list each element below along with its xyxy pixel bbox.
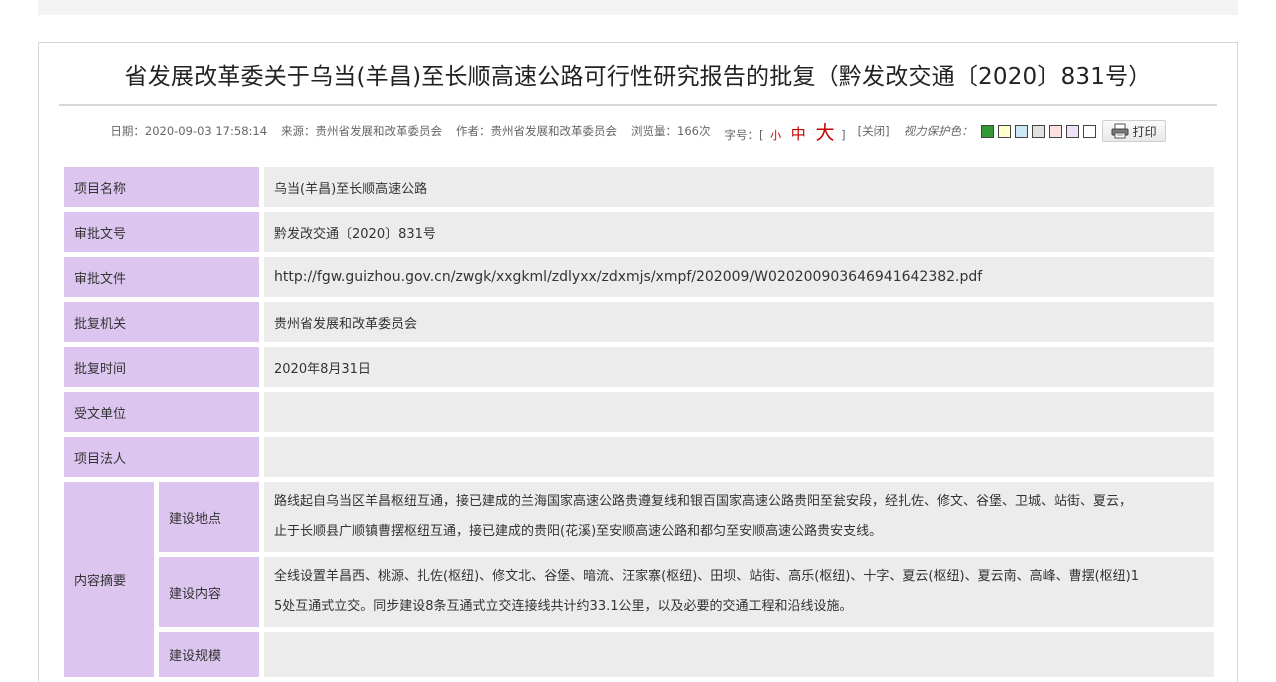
- author-info: 作者：贵州省发展和改革委员会: [456, 124, 618, 138]
- swatch-green[interactable]: [980, 124, 994, 138]
- swatch-white[interactable]: [1082, 124, 1096, 138]
- article-meta-bar: 日期：2020-09-03 17:58:14 来源：贵州省发展和改革委员会 作者…: [39, 119, 1237, 144]
- project-name-value: 乌当(羊昌)至长顺高速公路: [264, 167, 1214, 207]
- eye-protect-label: 视力保护色：: [903, 124, 973, 138]
- approval-time-label: 批复时间: [64, 347, 259, 387]
- approval-org-label: 批复机关: [64, 302, 259, 342]
- content-label: 建设内容: [159, 557, 259, 627]
- date-info: 日期：2020-09-03 17:58:14: [110, 124, 268, 138]
- source-info: 来源：贵州省发展和改革委员会: [281, 124, 443, 138]
- swatch-gray[interactable]: [1031, 124, 1045, 138]
- font-size-control: 字号：[ 小 中 大 ]: [724, 121, 846, 144]
- content-value: 全线设置羊昌西、桃源、扎佐(枢纽)、修文北、谷堡、暗流、汪家寨(枢纽)、田坝、站…: [264, 557, 1214, 627]
- swatch-pink[interactable]: [1048, 124, 1062, 138]
- project-name-label: 项目名称: [64, 167, 259, 207]
- close-link[interactable]: [关闭]: [858, 123, 890, 139]
- approval-no-value: 黔发改交通〔2020〕831号: [264, 212, 1214, 252]
- summary-label: 内容摘要: [64, 482, 154, 677]
- legal-person-label: 项目法人: [64, 437, 259, 477]
- swatch-blue[interactable]: [1014, 124, 1028, 138]
- approval-time-value: 2020年8月31日: [264, 347, 1214, 387]
- approval-org-value: 贵州省发展和改革委员会: [264, 302, 1214, 342]
- printer-icon: [1111, 123, 1129, 139]
- legal-person-value: [264, 437, 1214, 477]
- article-panel: 省发展改革委关于乌当(羊昌)至长顺高速公路可行性研究报告的批复（黔发改交通〔20…: [38, 42, 1238, 682]
- color-swatches: [980, 124, 1100, 138]
- scale-label: 建设规模: [159, 632, 259, 677]
- views-info: 浏览量：166次: [631, 124, 711, 138]
- approval-no-label: 审批文号: [64, 212, 259, 252]
- recipient-value: [264, 392, 1214, 432]
- approval-file-link[interactable]: http://fgw.guizhou.gov.cn/zwgk/xxgkml/zd…: [264, 257, 1214, 297]
- swatch-purple[interactable]: [1065, 124, 1079, 138]
- font-size-medium-button[interactable]: 中: [791, 125, 806, 143]
- page-title: 省发展改革委关于乌当(羊昌)至长顺高速公路可行性研究报告的批复（黔发改交通〔20…: [124, 64, 1152, 90]
- print-button[interactable]: 打印: [1101, 120, 1166, 142]
- font-size-small-button[interactable]: 小: [770, 129, 781, 142]
- font-size-large-button[interactable]: 大: [815, 122, 834, 144]
- swatch-yellow[interactable]: [997, 124, 1011, 138]
- recipient-label: 受文单位: [64, 392, 259, 432]
- approval-file-label: 审批文件: [64, 257, 259, 297]
- location-value: 路线起自乌当区羊昌枢纽互通，接已建成的兰海国家高速公路贵遵复线和银百国家高速公路…: [264, 482, 1214, 552]
- top-strip: [38, 0, 1238, 15]
- scale-value: [264, 632, 1214, 677]
- title-divider: [59, 104, 1217, 106]
- location-label: 建设地点: [159, 482, 259, 552]
